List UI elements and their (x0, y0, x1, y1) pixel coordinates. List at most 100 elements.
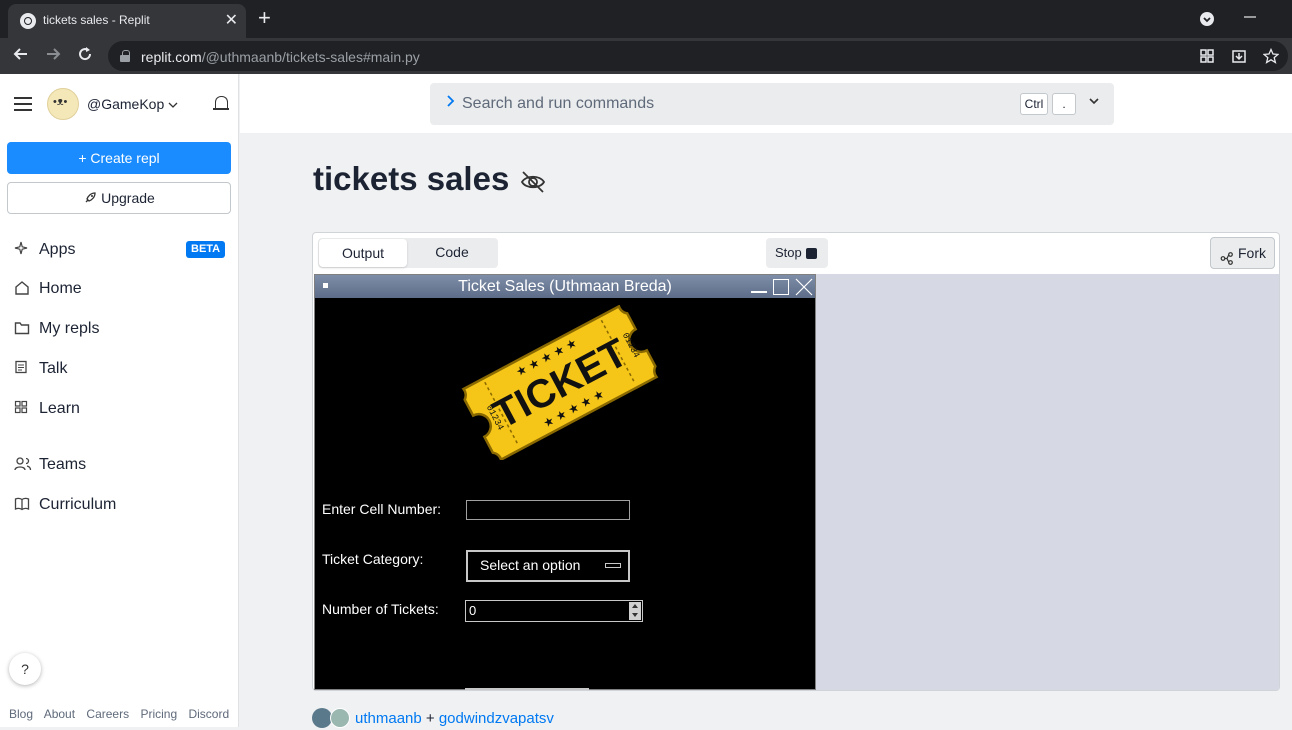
notifications-bell-icon[interactable] (213, 95, 229, 113)
tab-output[interactable]: Output (319, 239, 407, 267)
stop-square-icon (806, 248, 817, 259)
tk-app-window: Ticket Sales (Uthmaan Breda) TICKET ★ ★ … (314, 274, 816, 690)
kbd-ctrl: Ctrl (1020, 93, 1048, 115)
url-field[interactable]: replit.com/@uthmaanb/tickets-sales#main.… (108, 41, 1288, 71)
tab-code[interactable]: Code (408, 238, 496, 266)
footer-link-careers[interactable]: Careers (86, 707, 129, 721)
author-separator: + (425, 710, 435, 727)
close-icon[interactable] (794, 277, 814, 297)
author-link-uthmaanb[interactable]: uthmaanb (355, 710, 422, 727)
number-of-tickets-spinbox[interactable]: 0 (465, 600, 643, 622)
sparkle-icon (14, 241, 32, 258)
tab-close-icon[interactable]: ✕ (225, 10, 238, 30)
command-search-placeholder: Search and run commands (462, 95, 655, 112)
ticket-category-label: Ticket Category: (322, 551, 424, 567)
new-tab-button[interactable]: + (258, 6, 271, 30)
back-icon[interactable] (10, 45, 32, 68)
footer-links: Blog About Careers Pricing Discord (9, 707, 237, 721)
option-menu-indicator-icon (605, 563, 621, 568)
url-text: replit.com/@uthmaanb/tickets-sales#main.… (141, 49, 420, 65)
folder-icon (14, 320, 32, 339)
sidebar-item-label: Learn (39, 400, 80, 417)
upgrade-label: Upgrade (101, 190, 155, 206)
partially-visible-widget (465, 688, 589, 690)
command-search-bar[interactable]: Search and run commands Ctrl . (430, 83, 1114, 125)
footer-link-about[interactable]: About (44, 707, 75, 721)
fork-label: Fork (1238, 245, 1266, 261)
sidebar-item-label: Teams (39, 456, 87, 473)
stop-label: Stop (775, 245, 802, 260)
menu-icon[interactable] (14, 97, 32, 111)
ticket-image: TICKET ★ ★ ★ ★ ★ ★ ★ ★ ★ ★ 01234 01234 (455, 304, 665, 462)
learn-icon (14, 400, 32, 417)
avatar[interactable] (47, 88, 79, 120)
fork-button[interactable]: Fork (1210, 237, 1275, 269)
install-icon[interactable] (1231, 48, 1247, 67)
chevron-right-icon (446, 94, 456, 113)
maximize-icon[interactable] (773, 279, 789, 295)
sidebar-item-home[interactable]: Home (14, 280, 82, 300)
minimize-icon[interactable] (751, 291, 767, 293)
address-bar-row: replit.com/@uthmaanb/tickets-sales#main.… (0, 38, 1292, 74)
avatar[interactable] (330, 708, 350, 728)
number-of-tickets-label: Number of Tickets: (322, 601, 439, 617)
page-title: tickets sales (313, 160, 510, 197)
home-icon (14, 280, 32, 299)
footer-link-pricing[interactable]: Pricing (140, 707, 177, 721)
sidebar-item-label: Home (39, 280, 82, 297)
sidebar-item-label: My repls (39, 320, 100, 337)
sidebar-item-my-repls[interactable]: My repls (14, 320, 99, 340)
browser-tab[interactable]: tickets sales - Replit ✕ (8, 4, 246, 38)
username-label: @GameKop (87, 96, 165, 112)
account-switcher[interactable]: @GameKop (87, 96, 178, 112)
teams-icon (14, 456, 32, 475)
rocket-icon (83, 190, 101, 206)
ticket-category-value: Select an option (480, 557, 581, 573)
forward-icon[interactable] (42, 45, 64, 68)
cell-number-input[interactable] (466, 500, 630, 520)
eye-off-icon[interactable] (519, 168, 547, 196)
sidebar-item-talk[interactable]: Talk (14, 360, 67, 380)
stop-button[interactable]: Stop (766, 238, 828, 268)
browser-tab-strip: tickets sales - Replit ✕ + (0, 0, 1292, 38)
sidebar-item-label: Apps (39, 241, 76, 258)
bookmark-star-icon[interactable] (1262, 47, 1280, 67)
top-header: Search and run commands Ctrl . (240, 74, 1292, 133)
cell-number-label: Enter Cell Number: (322, 501, 442, 517)
sidebar-item-learn[interactable]: Learn (14, 400, 80, 420)
number-of-tickets-value: 0 (469, 603, 477, 618)
repl-runner-panel: Output Code Stop Fork Ticket Sales (Uthm… (312, 232, 1280, 691)
kbd-period: . (1052, 93, 1076, 115)
help-button[interactable]: ? (9, 653, 41, 685)
sidebar: @GameKop + Create repl Upgrade Apps BETA… (0, 74, 239, 727)
chevron-down-icon (168, 96, 178, 112)
tk-window-title: Ticket Sales (Uthmaan Breda) (458, 278, 672, 295)
sidebar-item-label: Talk (39, 360, 68, 377)
window-menu-icon[interactable] (323, 283, 328, 288)
tab-search-icon[interactable] (1199, 11, 1215, 27)
spin-arrows-icon[interactable] (629, 602, 641, 620)
tk-window-titlebar[interactable]: Ticket Sales (Uthmaan Breda) (315, 275, 815, 298)
ticket-category-select[interactable]: Select an option (465, 549, 631, 583)
app-grid-icon[interactable] (1199, 48, 1215, 67)
replit-favicon-icon (20, 13, 36, 29)
output-code-toggle: Output Code (318, 238, 498, 268)
create-repl-button[interactable]: + Create repl (7, 142, 231, 174)
footer-link-blog[interactable]: Blog (9, 707, 33, 721)
sidebar-item-teams[interactable]: Teams (14, 456, 86, 476)
avatar[interactable] (312, 708, 332, 728)
lock-icon (120, 50, 130, 62)
talk-icon (14, 360, 32, 377)
book-icon (14, 496, 32, 515)
footer-link-discord[interactable]: Discord (188, 707, 229, 721)
minimize-window-icon[interactable] (1243, 8, 1259, 24)
sidebar-item-curriculum[interactable]: Curriculum (14, 496, 116, 516)
sidebar-item-label: Curriculum (39, 496, 117, 513)
reload-icon[interactable] (74, 45, 96, 68)
beta-badge: BETA (186, 241, 226, 258)
chevron-down-icon[interactable] (1088, 95, 1100, 109)
upgrade-button[interactable]: Upgrade (7, 182, 231, 214)
tab-title: tickets sales - Replit (43, 13, 150, 27)
vnc-output-area[interactable]: Ticket Sales (Uthmaan Breda) TICKET ★ ★ … (314, 274, 1279, 690)
author-link-godwindzvapatsv[interactable]: godwindzvapatsv (439, 710, 554, 727)
